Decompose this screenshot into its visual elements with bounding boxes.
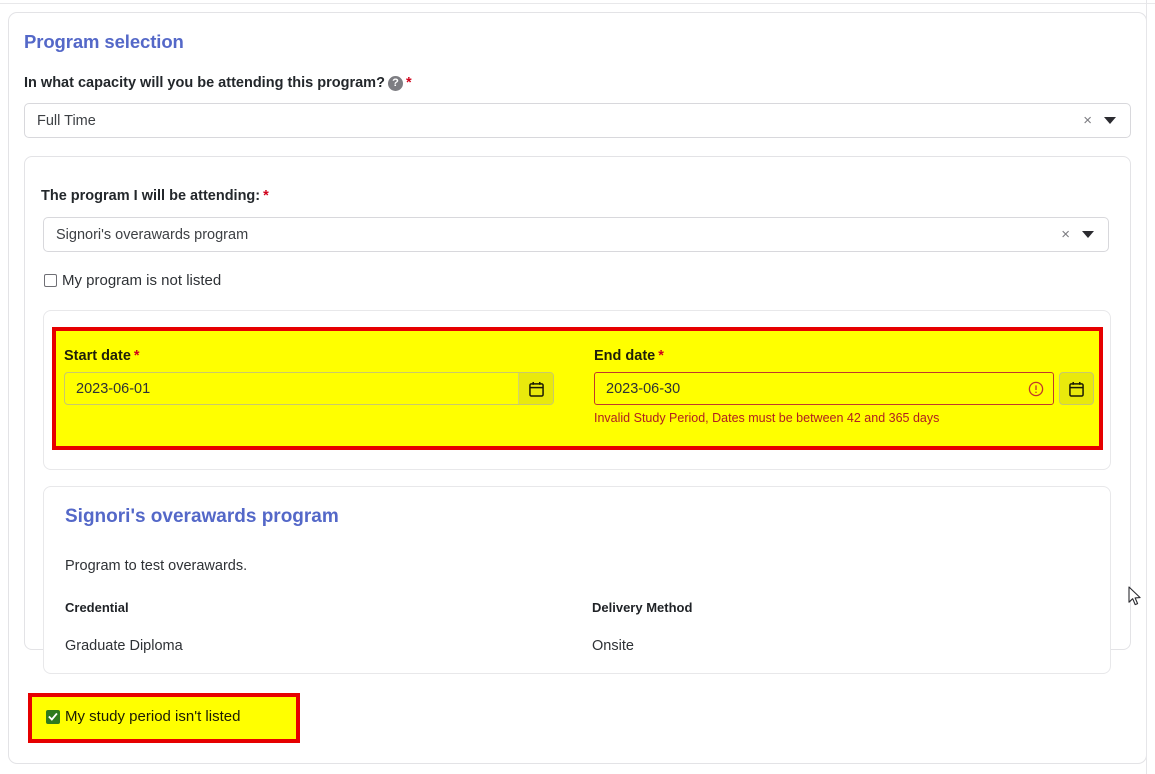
page-title: Program selection [24, 31, 184, 52]
study-period-not-listed-label: My study period isn't listed [65, 708, 241, 725]
end-date-required-marker: * [658, 348, 664, 364]
program-selected-value: Signori's overawards program [56, 226, 249, 243]
exclamation-circle-icon [1028, 373, 1053, 404]
end-date-input-wrap[interactable]: 2023-06-30 [594, 372, 1054, 405]
program-info-description: Program to test overawards. [65, 558, 248, 574]
study-period-not-listed-row[interactable]: My study period isn't listed [46, 708, 240, 725]
delivery-method-value: Onsite [592, 638, 634, 654]
capacity-question-text: In what capacity will you be attending t… [24, 75, 385, 91]
program-field-label: The program I will be attending: * [41, 188, 269, 204]
capacity-required-marker: * [405, 75, 412, 91]
scrollbar-track[interactable] [1146, 0, 1147, 774]
capacity-question-label: In what capacity will you be attending t… [24, 75, 412, 91]
program-selection-page: Program selection In what capacity will … [0, 0, 1155, 774]
delivery-method-column-header: Delivery Method [592, 600, 693, 615]
capacity-selected-value: Full Time [37, 112, 96, 129]
program-label-text: The program I will be attending: [41, 188, 261, 204]
study-period-not-listed-checkbox[interactable] [46, 709, 60, 724]
end-date-error-message: Invalid Study Period, Dates must be betw… [594, 411, 940, 425]
start-date-label-text: Start date [64, 348, 131, 364]
start-date-required-marker: * [133, 348, 140, 364]
end-date-field-group: End date * 2023-06-30 Invalid Study Perio… [594, 348, 1094, 425]
start-date-input[interactable]: 2023-06-01 [65, 373, 518, 404]
capacity-clear-icon[interactable]: × [1077, 113, 1098, 128]
start-date-input-wrap[interactable]: 2023-06-01 [64, 372, 554, 405]
start-date-field-group: Start date * 2023-06-01 [64, 348, 554, 405]
calendar-icon[interactable] [1059, 372, 1094, 405]
program-not-listed-checkbox[interactable] [44, 274, 57, 287]
capacity-select[interactable]: Full Time × [24, 103, 1131, 138]
calendar-icon[interactable] [518, 373, 553, 404]
program-not-listed-label: My program is not listed [62, 272, 222, 289]
mouse-cursor [1128, 586, 1144, 608]
credential-column-header: Credential [65, 600, 129, 615]
program-not-listed-checkbox-row[interactable]: My program is not listed [44, 272, 221, 289]
credential-value: Graduate Diploma [65, 638, 183, 654]
help-circle-icon[interactable]: ? [387, 76, 403, 91]
end-date-input[interactable]: 2023-06-30 [595, 373, 1028, 404]
program-info-title: Signori's overawards program [65, 506, 339, 527]
program-required-marker: * [263, 188, 269, 204]
program-clear-icon[interactable]: × [1055, 227, 1076, 242]
top-divider [0, 3, 1155, 4]
program-select[interactable]: Signori's overawards program × [43, 217, 1109, 252]
end-date-label-text: End date [594, 348, 656, 364]
end-date-label: End date * [594, 348, 1094, 364]
start-date-label: Start date * [64, 348, 554, 364]
chevron-down-icon[interactable] [1082, 231, 1094, 238]
end-date-input-holder: 2023-06-30 Invalid Study Period, Dates m… [594, 372, 1054, 425]
chevron-down-icon[interactable] [1104, 117, 1116, 124]
end-date-row: 2023-06-30 Invalid Study Period, Dates m… [594, 372, 1094, 425]
